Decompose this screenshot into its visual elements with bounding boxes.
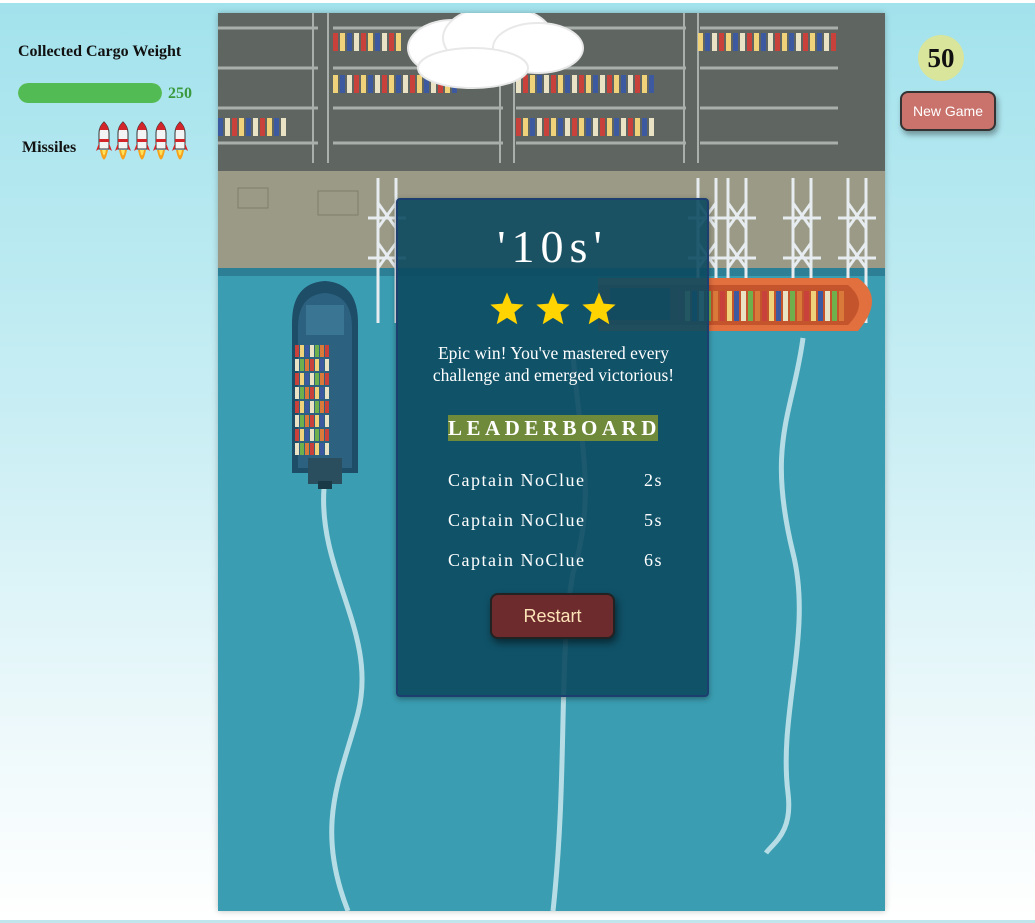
leaderboard-row: Captain NoClue 5s bbox=[448, 510, 663, 550]
missile-icon bbox=[96, 121, 112, 160]
result-panel: '10s' Epic win! You've mastered every ch… bbox=[396, 198, 709, 697]
leaderboard-name: Captain NoClue bbox=[448, 510, 586, 530]
restart-button[interactable]: Restart bbox=[490, 593, 615, 639]
win-message: Epic win! You've mastered every challeng… bbox=[432, 343, 675, 385]
top-border bbox=[0, 0, 1035, 3]
star-icon bbox=[535, 292, 570, 325]
cargo-weight-value: 250 bbox=[168, 85, 192, 102]
missile-icon bbox=[153, 121, 169, 160]
missile-icon bbox=[134, 121, 150, 160]
star-icon bbox=[581, 292, 616, 325]
missile-icon bbox=[115, 121, 131, 160]
cargo-weight-bar bbox=[18, 83, 162, 103]
leaderboard-time: 5s bbox=[643, 510, 663, 530]
missiles-label: Missiles bbox=[22, 139, 77, 156]
leaderboard-row: Captain NoClue 2s bbox=[448, 470, 663, 510]
leaderboard-time: 2s bbox=[643, 470, 663, 490]
final-time: '10s' bbox=[497, 221, 608, 272]
leaderboard-time: 6s bbox=[643, 550, 663, 570]
leaderboard-name: Captain NoClue bbox=[448, 550, 586, 570]
leaderboard-title: LEADERBOARD bbox=[448, 415, 661, 441]
score-badge: 50 bbox=[918, 35, 964, 81]
cargo-weight-bar-fill bbox=[18, 83, 162, 103]
leaderboard-row: Captain NoClue 6s bbox=[448, 550, 663, 590]
new-game-button[interactable]: New Game bbox=[900, 91, 996, 131]
leaderboard-name: Captain NoClue bbox=[448, 470, 586, 490]
leaderboard-list: Captain NoClue 2s Captain NoClue 5s Capt… bbox=[448, 470, 663, 590]
missile-icon bbox=[172, 121, 188, 160]
star-rating bbox=[398, 290, 707, 328]
cargo-weight-title: Collected Cargo Weight bbox=[18, 43, 182, 60]
star-icon bbox=[489, 292, 524, 325]
missiles-counter bbox=[95, 121, 189, 169]
